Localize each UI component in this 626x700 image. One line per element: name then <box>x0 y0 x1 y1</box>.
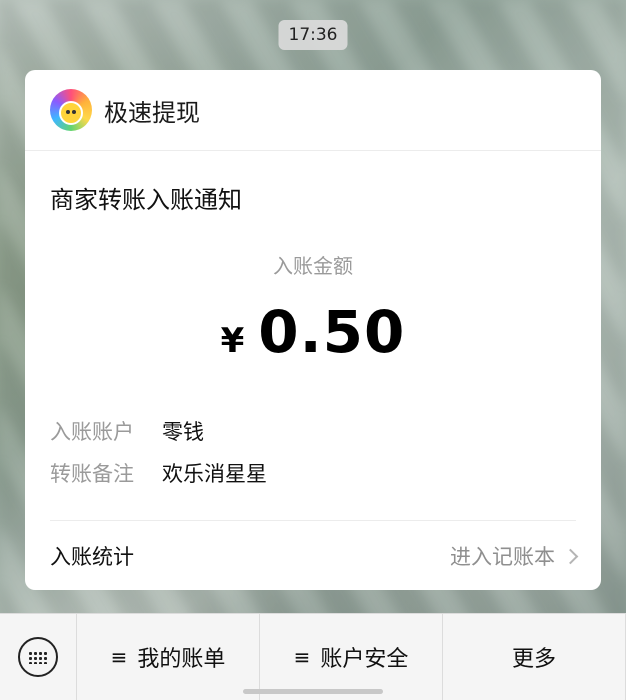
ledger-link[interactable]: 进入记账本 <box>450 541 579 571</box>
app-logo-icon <box>50 89 92 131</box>
menu-label: 我的账单 <box>137 647 226 672</box>
menu-lines-icon: ≡ <box>110 645 128 669</box>
amount-display: ¥ 0.50 <box>25 298 601 366</box>
card-header[interactable]: 极速提现 <box>25 70 601 151</box>
menu-label: 更多 <box>511 647 556 672</box>
detail-value: 零钱 <box>162 420 204 444</box>
message-timestamp: 17:36 <box>278 20 348 50</box>
menu-more[interactable]: 更多 <box>443 614 626 700</box>
menu-lines-icon: ≡ <box>293 645 311 669</box>
notification-title: 商家转账入账通知 <box>50 186 242 214</box>
keyboard-icon <box>18 637 58 677</box>
home-indicator <box>243 689 383 694</box>
amount-value: 0.50 <box>258 298 406 366</box>
detail-row-account: 入账账户 零钱 <box>50 416 204 446</box>
menu-account-security[interactable]: ≡ 账户安全 <box>260 614 443 700</box>
detail-label: 入账账户 <box>50 420 134 444</box>
detail-value: 欢乐消星星 <box>162 462 267 486</box>
keyboard-toggle-button[interactable] <box>0 614 77 700</box>
menu-label: 账户安全 <box>320 647 409 672</box>
amount-label: 入账金额 <box>273 254 353 278</box>
currency-symbol: ¥ <box>220 321 245 361</box>
menu-my-bills[interactable]: ≡ 我的账单 <box>77 614 260 700</box>
transfer-notification-card[interactable]: 极速提现 商家转账入账通知 入账金额 ¥ 0.50 入账账户 零钱 转账备注 欢… <box>25 70 601 590</box>
detail-label: 转账备注 <box>50 462 134 486</box>
app-name: 极速提现 <box>104 98 200 127</box>
detail-row-remark: 转账备注 欢乐消星星 <box>50 458 267 488</box>
ledger-link-label: 进入记账本 <box>450 545 555 569</box>
stats-row[interactable]: 入账统计 进入记账本 <box>50 522 579 590</box>
chevron-right-icon <box>562 548 579 564</box>
service-menu-bar: ≡ 我的账单 ≡ 账户安全 更多 <box>0 613 626 700</box>
divider <box>50 520 576 521</box>
stats-label: 入账统计 <box>50 545 134 569</box>
